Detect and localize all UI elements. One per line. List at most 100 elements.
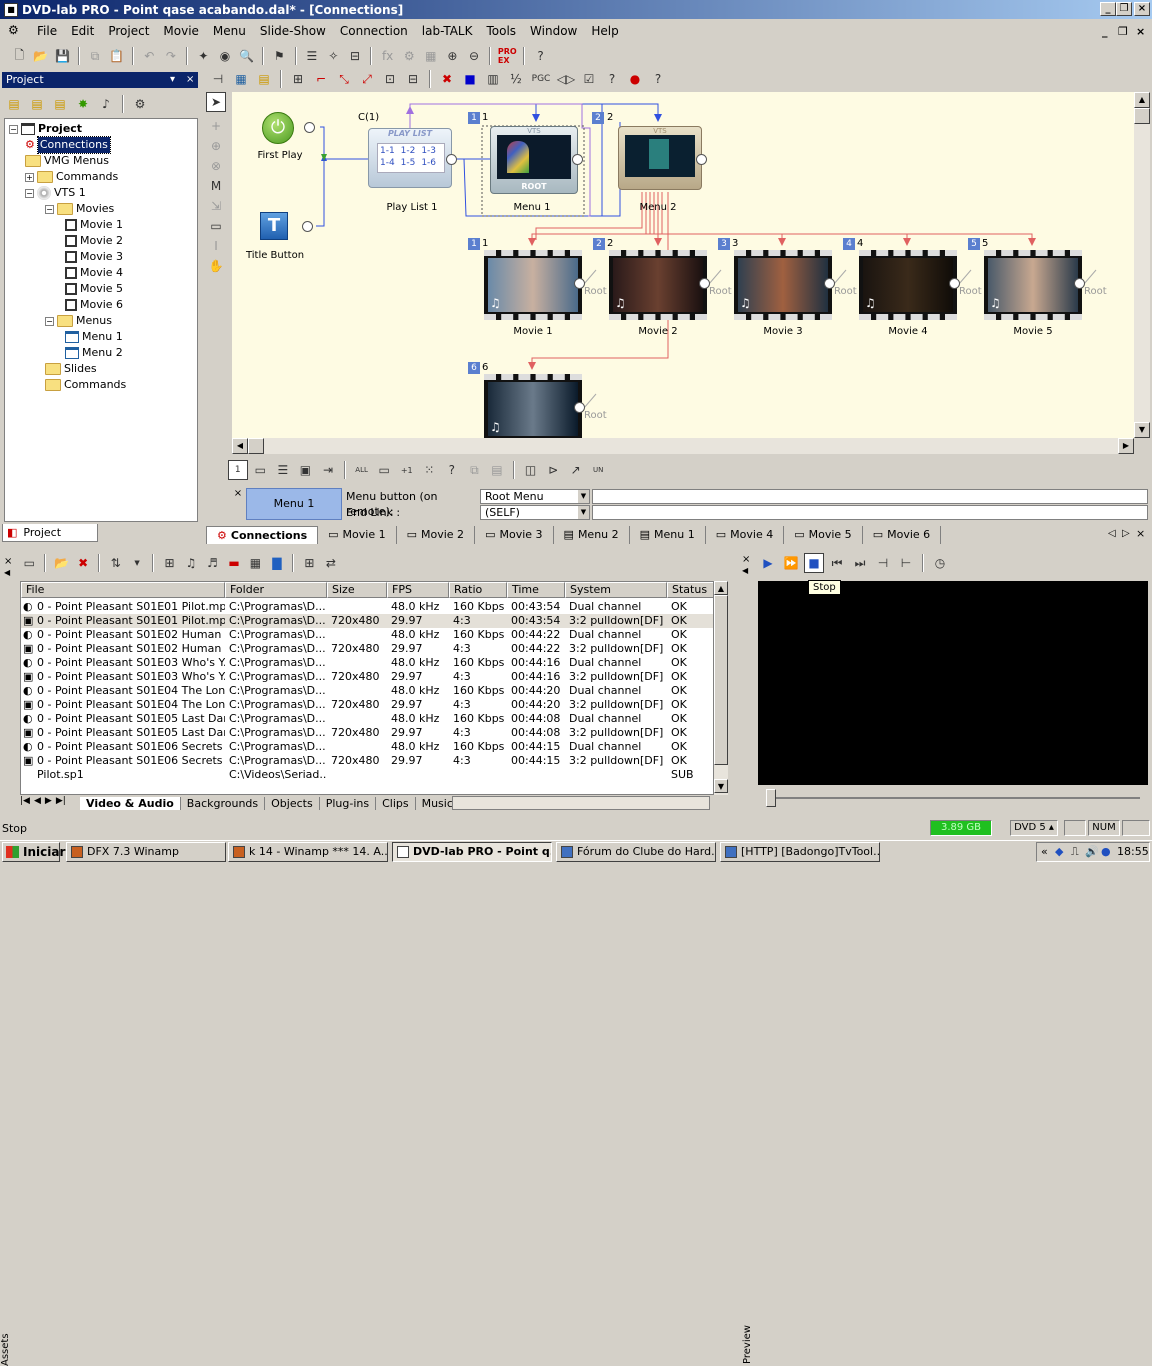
- chart-icon[interactable]: ▥: [483, 69, 503, 89]
- fast-forward-icon[interactable]: ⏩: [781, 553, 801, 573]
- asset-vscroll-thumb[interactable]: [714, 595, 728, 765]
- chevron-down-icon[interactable]: ▼: [578, 506, 589, 519]
- tree-node[interactable]: Movie 5: [65, 281, 123, 297]
- connbar-close-icon[interactable]: ×: [232, 488, 244, 520]
- copy-icon[interactable]: ⧉: [86, 46, 105, 66]
- color-balls-icon[interactable]: ●: [625, 69, 645, 89]
- tab-movie-5[interactable]: ▭ Movie 5: [784, 526, 863, 544]
- tree-node[interactable]: − Project: [9, 121, 82, 137]
- tab-movie-2[interactable]: ▭ Movie 2: [397, 526, 476, 544]
- menu-movie[interactable]: Movie: [156, 24, 206, 38]
- paste-icon[interactable]: 📋: [107, 46, 126, 66]
- hand-icon[interactable]: ✋: [206, 256, 226, 276]
- column-header[interactable]: System: [565, 582, 667, 598]
- layout-icon[interactable]: ⊟: [403, 69, 423, 89]
- levels-icon[interactable]: ▬: [225, 553, 243, 573]
- menu1-port[interactable]: [572, 154, 583, 165]
- export-icon[interactable]: ⇥: [318, 460, 338, 480]
- query-box-icon[interactable]: ?: [442, 460, 462, 480]
- tree-node[interactable]: Movie 2: [65, 233, 123, 249]
- pgc-icon[interactable]: PGC: [529, 69, 553, 89]
- column-header[interactable]: Folder: [225, 582, 327, 598]
- tree-expander[interactable]: −: [45, 316, 54, 326]
- prev-tab-icon[interactable]: ◀: [34, 796, 41, 810]
- title-button-port[interactable]: [302, 221, 313, 232]
- connect2-icon[interactable]: ⤢: [357, 69, 377, 89]
- sort-dropdown-icon[interactable]: ▼: [128, 553, 146, 573]
- menu-help[interactable]: Help: [584, 24, 625, 38]
- menu2-port[interactable]: [696, 154, 707, 165]
- movie-node[interactable]: ♫: [859, 250, 957, 320]
- tree-node[interactable]: Movie 4: [65, 265, 123, 281]
- scroll-right-icon[interactable]: ▶: [1118, 438, 1134, 454]
- column-header[interactable]: Status: [667, 582, 713, 598]
- menu-slide-show[interactable]: Slide-Show: [253, 24, 333, 38]
- scroll-up-icon[interactable]: ▲: [1134, 92, 1150, 108]
- start-button[interactable]: Iniciar: [2, 842, 65, 862]
- tab-close-icon[interactable]: ×: [1136, 527, 1145, 540]
- color-icon[interactable]: ■: [460, 69, 480, 89]
- end-link-select[interactable]: (SELF): [480, 505, 590, 520]
- scroll-up-icon[interactable]: ▲: [714, 581, 728, 595]
- window-tool-icon[interactable]: ▭: [206, 216, 226, 236]
- asset-row[interactable]: 0 - Point Pleasant S01E06 Secrets ... C:\…: [21, 754, 713, 768]
- link-icon[interactable]: ⌐: [311, 69, 331, 89]
- asset-delete-icon[interactable]: ✖: [74, 553, 92, 573]
- tray-volume-icon[interactable]: 🔊: [1085, 843, 1099, 861]
- properties-icon[interactable]: ☰: [303, 46, 322, 66]
- check-icon[interactable]: ☑: [579, 69, 599, 89]
- play-icon[interactable]: ▶: [758, 553, 778, 573]
- mark-in-icon[interactable]: ⊣: [873, 553, 893, 573]
- column-header[interactable]: Size: [327, 582, 387, 598]
- tab-movie-3[interactable]: ▭ Movie 3: [475, 526, 554, 544]
- sort-icon[interactable]: ▦: [422, 46, 441, 66]
- chevron-down-icon[interactable]: ▼: [578, 490, 589, 503]
- menu-lab-talk[interactable]: lab-TALK: [415, 24, 480, 38]
- project-tree[interactable]: − Project ⚙ Connections VMG Menus + Commands − V…: [4, 118, 198, 522]
- tree-expander[interactable]: −: [25, 188, 34, 198]
- add-movie-icon[interactable]: ✸: [73, 94, 93, 114]
- menu-tool-icon[interactable]: M: [206, 176, 226, 196]
- tree-node[interactable]: ⚙ Connections: [25, 136, 111, 154]
- frame-icon[interactable]: ⊡: [380, 69, 400, 89]
- tray-status-icon[interactable]: ●: [1101, 843, 1111, 861]
- audio-icon[interactable]: ♫: [182, 553, 200, 573]
- tray-network-icon[interactable]: ◆: [1055, 843, 1063, 861]
- last-tab-icon[interactable]: ▶|: [56, 796, 66, 810]
- first-play-port[interactable]: [304, 122, 315, 133]
- menu-edit[interactable]: Edit: [64, 24, 101, 38]
- column-header[interactable]: File: [21, 582, 225, 598]
- menu-button-select[interactable]: Root Menu: [480, 489, 590, 504]
- compile-icon[interactable]: ⚑: [270, 46, 289, 66]
- column-header[interactable]: Ratio: [449, 582, 507, 598]
- menu-window[interactable]: Window: [523, 24, 584, 38]
- tree-node[interactable]: VMG Menus: [25, 153, 109, 169]
- taskbar-task[interactable]: k 14 - Winamp *** 14. A...: [228, 842, 388, 862]
- add-vts-icon[interactable]: ▤: [27, 94, 47, 114]
- text-tool-icon[interactable]: I: [206, 236, 226, 256]
- asset-row[interactable]: 0 - Point Pleasant S01E05 Last Dan... C:\…: [21, 726, 713, 740]
- column-header[interactable]: FPS: [387, 582, 449, 598]
- disc-type[interactable]: DVD 5 ▴: [1010, 820, 1058, 836]
- slider-thumb[interactable]: [766, 789, 776, 807]
- movie-node[interactable]: ♫: [484, 374, 582, 438]
- movie-node[interactable]: ♫: [484, 250, 582, 320]
- grid-icon[interactable]: ▦: [231, 69, 251, 89]
- close-button[interactable]: ×: [1134, 2, 1150, 16]
- asset-row[interactable]: 0 - Point Pleasant S01E01 Pilot.mpa C:\Pr…: [21, 600, 713, 614]
- asset-tab-backgrounds[interactable]: Backgrounds: [181, 796, 266, 810]
- restore-button[interactable]: ❐: [1116, 2, 1132, 16]
- first-tab-icon[interactable]: |◀: [20, 796, 30, 810]
- mdi-restore-icon[interactable]: ❐: [1118, 25, 1128, 38]
- help2-icon[interactable]: ?: [648, 69, 668, 89]
- new-icon[interactable]: 🗋: [10, 46, 29, 66]
- taskbar-task[interactable]: [HTTP] [Badongo]TvTool...: [720, 842, 880, 862]
- tab-movie-6[interactable]: ▭ Movie 6: [863, 526, 942, 544]
- asset-row[interactable]: 0 - Point Pleasant S01E06 Secrets ... C:\…: [21, 740, 713, 754]
- delete-link-icon[interactable]: ✖: [437, 69, 457, 89]
- view-icon[interactable]: ▭: [251, 460, 271, 480]
- scroll-down-icon[interactable]: ▼: [1134, 422, 1150, 438]
- menu-file[interactable]: File: [30, 24, 64, 38]
- blank-icon[interactable]: ▭: [374, 460, 394, 480]
- tree-expander[interactable]: −: [9, 124, 18, 134]
